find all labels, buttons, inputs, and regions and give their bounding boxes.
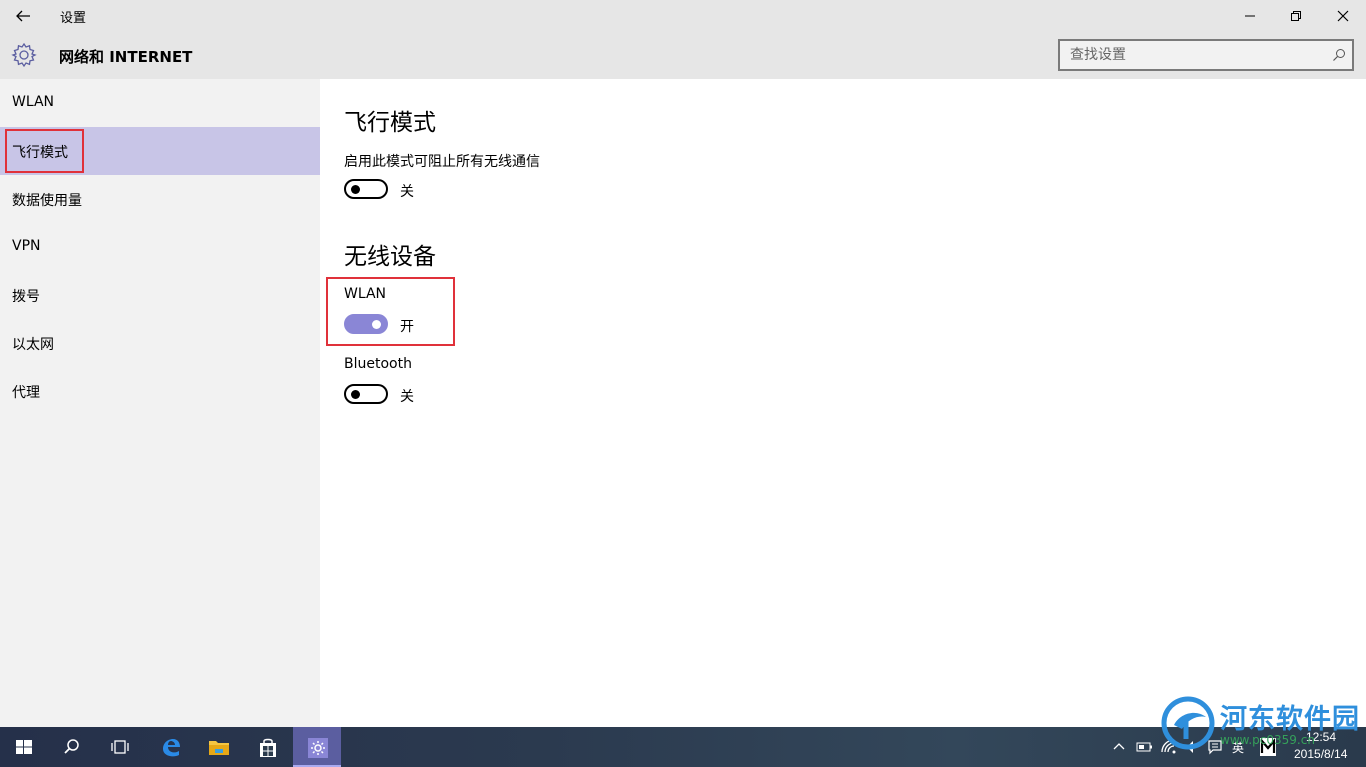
watermark-url: www.pc0359.cn: [1220, 733, 1315, 747]
sidebar-item-vpn[interactable]: VPN: [0, 223, 320, 271]
close-icon: [1337, 10, 1349, 22]
file-explorer-icon: [209, 741, 229, 755]
edge-button[interactable]: [146, 727, 194, 767]
highlight-box: [326, 277, 455, 346]
watermark-logo-icon: [1161, 696, 1215, 750]
store-button[interactable]: [243, 727, 291, 767]
show-hidden-icons-icon[interactable]: [1112, 740, 1126, 754]
sidebar: WLAN 飞行模式 数据使用量 VPN 拨号 以太网 代理: [0, 79, 320, 727]
sidebar-item-proxy[interactable]: 代理: [0, 367, 320, 415]
wireless-devices-heading: 无线设备: [344, 244, 436, 270]
edge-icon: [163, 739, 180, 757]
store-icon: [260, 738, 276, 757]
file-explorer-button[interactable]: [194, 727, 242, 767]
task-view-icon: [111, 740, 129, 754]
battery-icon[interactable]: [1136, 740, 1154, 754]
sidebar-item-label: 代理: [12, 385, 40, 401]
toggle-knob: [351, 390, 360, 399]
airplane-mode-toggle[interactable]: [344, 179, 388, 199]
sidebar-item-label: 数据使用量: [12, 193, 82, 209]
search-icon: [64, 739, 79, 754]
airplane-mode-toggle-state: 关: [400, 184, 414, 200]
airplane-mode-description: 启用此模式可阻止所有无线通信: [344, 154, 540, 170]
highlight-box: [5, 129, 84, 173]
sidebar-item-ethernet[interactable]: 以太网: [0, 319, 320, 367]
watermark-text: 河东软件园: [1220, 704, 1360, 735]
sidebar-item-wlan[interactable]: WLAN: [0, 79, 320, 127]
settings-taskbar-button[interactable]: [293, 727, 341, 767]
settings-header: 网络和 INTERNET: [0, 32, 1366, 79]
sidebar-item-label: WLAN: [12, 94, 55, 110]
task-view-button[interactable]: [96, 727, 144, 767]
main-content: 飞行模式 启用此模式可阻止所有无线通信 关 无线设备 WLAN 开 Blueto…: [320, 79, 1366, 727]
settings-icon: [308, 738, 328, 758]
bluetooth-label: Bluetooth: [344, 356, 412, 372]
taskbar-search-button[interactable]: [48, 727, 96, 767]
back-arrow-icon[interactable]: [8, 3, 38, 29]
sidebar-item-dialup[interactable]: 拨号: [0, 271, 320, 319]
sidebar-item-label: 以太网: [12, 337, 54, 353]
title-bar: 设置: [0, 0, 1366, 32]
restore-icon: [1291, 11, 1301, 21]
gear-icon: [11, 42, 37, 68]
minimize-button[interactable]: [1227, 0, 1273, 32]
sidebar-item-data-usage[interactable]: 数据使用量: [0, 175, 320, 223]
search-icon[interactable]: [1332, 48, 1346, 62]
search-input[interactable]: [1060, 41, 1320, 69]
airplane-mode-heading: 飞行模式: [344, 110, 436, 136]
minimize-icon: [1245, 15, 1255, 17]
bluetooth-toggle-state: 关: [400, 389, 414, 405]
sidebar-item-label: 拨号: [12, 289, 40, 305]
search-box[interactable]: [1058, 39, 1354, 71]
sidebar-item-label: VPN: [12, 238, 41, 254]
toggle-knob: [351, 185, 360, 194]
page-title: 网络和 INTERNET: [59, 48, 193, 66]
close-button[interactable]: [1320, 0, 1366, 32]
window-title: 设置: [60, 11, 87, 26]
start-button[interactable]: [0, 727, 48, 767]
maximize-button[interactable]: [1273, 0, 1319, 32]
bluetooth-toggle[interactable]: [344, 384, 388, 404]
windows-start-icon: [16, 740, 32, 754]
watermark: 河东软件园 www.pc0359.cn: [1160, 693, 1366, 767]
